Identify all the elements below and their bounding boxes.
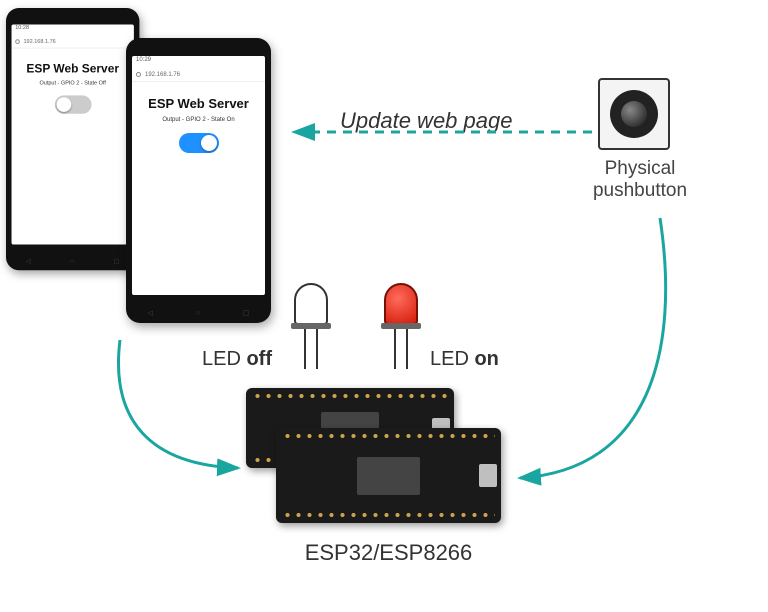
info-icon (136, 72, 141, 77)
physical-pushbutton[interactable] (598, 78, 670, 150)
nav-recent-icon[interactable]: ▢ (114, 257, 120, 264)
toggle-knob (56, 97, 71, 112)
update-web-page-label: Update web page (340, 108, 512, 134)
led-legs (304, 329, 318, 369)
phone-on-content: ESP Web Server Output - GPIO 2 - State O… (132, 82, 265, 295)
phone-off-statusbar: 10:28 (12, 25, 134, 36)
toggle-knob (201, 135, 217, 151)
page-title: ESP Web Server (132, 96, 265, 111)
mcu-chip (357, 457, 420, 495)
led-off-label: LED off (202, 348, 272, 371)
phone-on-navbar: ◁ ○ ▢ (126, 309, 271, 317)
phone-on-statusbar: 10:29 (132, 56, 265, 68)
phone-off-navbar: ◁ ○ ▢ (6, 257, 139, 264)
nav-back-icon[interactable]: ◁ (147, 309, 152, 317)
pushbutton-cap (621, 101, 647, 127)
usb-port (479, 464, 497, 487)
phone-off-url: 192.168.1.76 (23, 39, 55, 45)
phone-on-screen: 10:29 192.168.1.76 ESP Web Server Output… (132, 56, 265, 295)
board-label: ESP32/ESP8266 (276, 540, 501, 566)
led-on-label: LED on (430, 348, 499, 371)
toggle-switch-on[interactable] (179, 133, 219, 153)
output-state-label: Output - GPIO 2 - State Off (12, 81, 134, 87)
arrow-pushbutton-to-board (520, 218, 666, 478)
led-on (380, 283, 422, 369)
esp-board-front (276, 428, 501, 523)
nav-home-icon[interactable]: ○ (70, 258, 74, 264)
phone-off-urlbar: 192.168.1.76 (12, 36, 134, 49)
page-title: ESP Web Server (12, 61, 134, 75)
pushbutton-ring (610, 90, 658, 138)
led-on-bulb (384, 283, 418, 325)
nav-recent-icon[interactable]: ▢ (243, 309, 250, 317)
phone-off: 10:28 192.168.1.76 ESP Web Server Output… (6, 8, 139, 270)
phone-on-urlbar: 192.168.1.76 (132, 68, 265, 82)
nav-back-icon[interactable]: ◁ (26, 257, 31, 264)
info-icon (15, 39, 20, 44)
phone-on: 10:29 192.168.1.76 ESP Web Server Output… (126, 38, 271, 323)
led-off (290, 283, 332, 369)
phone-off-content: ESP Web Server Output - GPIO 2 - State O… (12, 48, 134, 244)
led-legs (394, 329, 408, 369)
output-state-label: Output - GPIO 2 - State On (132, 117, 265, 123)
nav-home-icon[interactable]: ○ (196, 310, 200, 317)
phone-off-screen: 10:28 192.168.1.76 ESP Web Server Output… (12, 25, 134, 245)
pushbutton-label: Physical pushbutton (580, 158, 700, 202)
phone-on-url: 192.168.1.76 (145, 72, 180, 78)
toggle-switch-off[interactable] (54, 95, 91, 113)
led-off-bulb (294, 283, 328, 325)
